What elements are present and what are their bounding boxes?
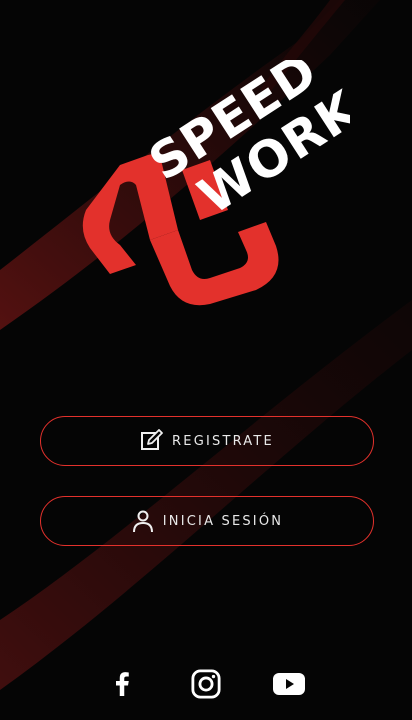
speedworks-logo: SPEED WORKS xyxy=(82,60,350,306)
register-button[interactable]: REGISTRATE xyxy=(40,416,374,466)
login-label: INICIA SESIÓN xyxy=(162,513,284,529)
user-icon xyxy=(131,509,155,533)
welcome-screen: SPEED WORKS REGISTRATE INICIA SESIÓN xyxy=(0,0,412,720)
youtube-button[interactable] xyxy=(273,668,305,700)
youtube-icon xyxy=(273,673,305,695)
instagram-icon xyxy=(191,669,221,699)
facebook-button[interactable] xyxy=(106,668,138,700)
edit-icon xyxy=(140,429,164,453)
facebook-icon xyxy=(116,672,129,696)
instagram-button[interactable] xyxy=(190,668,222,700)
register-label: REGISTRATE xyxy=(172,433,274,449)
login-button[interactable]: INICIA SESIÓN xyxy=(40,496,374,546)
